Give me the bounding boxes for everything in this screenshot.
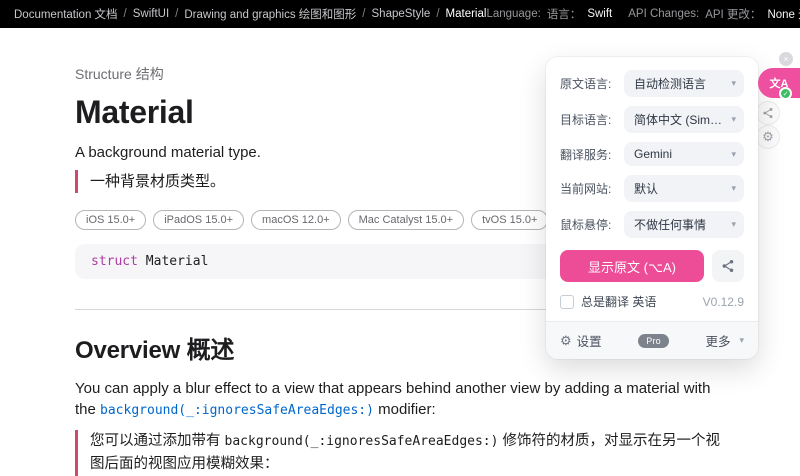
share-icon bbox=[721, 259, 735, 273]
mouse-hover-select[interactable]: 不做任何事情 ▾ bbox=[624, 211, 744, 238]
translated-check-icon: ✓ bbox=[779, 87, 792, 100]
background-modifier-code: background(_:ignoresSafeAreaEdges:) bbox=[225, 434, 499, 449]
extension-version: V0.12.9 bbox=[703, 295, 744, 309]
translate-service-row: 翻译服务: Gemini ▾ bbox=[560, 142, 744, 166]
popup-footer: ⚙ 设置 Pro 更多 ▾ bbox=[546, 321, 758, 359]
settings-button[interactable]: ⚙ 设置 bbox=[560, 331, 602, 350]
language-value[interactable]: Swift bbox=[587, 8, 612, 20]
language-label: Language: bbox=[486, 8, 540, 20]
translate-service-value: Gemini bbox=[634, 147, 672, 161]
settings-label: 设置 bbox=[577, 331, 602, 350]
target-language-select[interactable]: 简体中文 (Simplified ... ▾ bbox=[624, 106, 744, 133]
overview-paragraph-translated: 您可以通过添加带有 background(_:ignoresSafeAreaEd… bbox=[75, 430, 730, 476]
translate-popup: 原文语言: 自动检测语言 ▾ 目标语言: 简体中文 (Simplified ..… bbox=[546, 57, 758, 359]
chevron-down-icon: ▾ bbox=[731, 114, 736, 125]
current-site-label: 当前网站: bbox=[560, 180, 624, 197]
source-language-row: 原文语言: 自动检测语言 ▾ bbox=[560, 70, 744, 97]
breadcrumb-drawing-and-graphics[interactable]: Drawing and graphics 绘图和图形 bbox=[184, 6, 356, 22]
badge-tvos: tvOS 15.0+ bbox=[471, 210, 548, 230]
always-translate-row: 总是翻译 英语 V0.12.9 bbox=[560, 293, 744, 310]
api-changes-label-zh: API 更改： bbox=[705, 6, 761, 22]
share-button[interactable] bbox=[712, 250, 744, 282]
mouse-hover-row: 鼠标悬停: 不做任何事情 ▾ bbox=[560, 211, 744, 238]
translate-float-button[interactable]: 文A ✓ bbox=[758, 68, 800, 98]
source-language-select[interactable]: 自动检测语言 ▾ bbox=[624, 70, 744, 97]
chevron-down-icon: ▾ bbox=[731, 219, 736, 230]
breadcrumb-material-current: Material bbox=[446, 8, 487, 20]
pro-badge[interactable]: Pro bbox=[638, 334, 669, 348]
more-label: 更多 bbox=[705, 331, 730, 350]
breadcrumb-documentation[interactable]: Documentation 文档 bbox=[14, 6, 118, 22]
overview-paragraph-english: You can apply a blur effect to a view th… bbox=[75, 379, 735, 420]
chevron-down-icon: ▾ bbox=[739, 335, 744, 346]
gear-icon: ⚙ bbox=[560, 333, 572, 349]
chevron-down-icon: ▾ bbox=[731, 78, 736, 89]
more-button[interactable]: 更多 ▾ bbox=[705, 331, 744, 350]
close-icon: × bbox=[783, 54, 788, 64]
breadcrumb-swiftui[interactable]: SwiftUI bbox=[133, 8, 169, 20]
nav-meta: Language: 语言： Swift API Changes: API 更改：… bbox=[486, 6, 800, 22]
source-language-label: 原文语言: bbox=[560, 75, 624, 92]
page-share-button[interactable] bbox=[756, 101, 780, 125]
translate-service-select[interactable]: Gemini ▾ bbox=[624, 142, 744, 166]
badge-ios: iOS 15.0+ bbox=[75, 210, 146, 230]
current-site-row: 当前网站: 默认 ▾ bbox=[560, 175, 744, 202]
api-changes-label: API Changes: bbox=[628, 8, 699, 20]
mouse-hover-value: 不做任何事情 bbox=[634, 216, 706, 233]
breadcrumb-separator: / bbox=[124, 8, 127, 20]
badge-macos: macOS 12.0+ bbox=[251, 210, 341, 230]
current-site-value: 默认 bbox=[634, 180, 658, 197]
breadcrumb-shapestyle[interactable]: ShapeStyle bbox=[372, 8, 431, 20]
breadcrumb-separator: / bbox=[175, 8, 178, 20]
breadcrumb: Documentation 文档 / SwiftUI / Drawing and… bbox=[14, 6, 486, 22]
share-icon bbox=[762, 107, 774, 119]
always-translate-checkbox[interactable] bbox=[560, 295, 574, 309]
page-settings-button[interactable]: ⚙ bbox=[756, 125, 780, 149]
badge-ipados: iPadOS 15.0+ bbox=[153, 210, 244, 230]
top-nav-bar: Documentation 文档 / SwiftUI / Drawing and… bbox=[0, 0, 800, 28]
popup-actions-row: 显示原文 (⌥A) bbox=[560, 250, 744, 282]
chevron-down-icon: ▾ bbox=[731, 149, 736, 160]
source-language-value: 自动检测语言 bbox=[634, 75, 706, 92]
overview-text: modifier: bbox=[374, 401, 436, 418]
overview-text-zh: 您可以通过添加带有 bbox=[90, 433, 225, 449]
target-language-row: 目标语言: 简体中文 (Simplified ... ▾ bbox=[560, 106, 744, 133]
chevron-down-icon: ▾ bbox=[731, 183, 736, 194]
translate-service-label: 翻译服务: bbox=[560, 146, 624, 163]
target-language-label: 目标语言: bbox=[560, 111, 624, 128]
show-original-button[interactable]: 显示原文 (⌥A) bbox=[560, 250, 704, 282]
api-changes-value[interactable]: None 无 bbox=[767, 6, 800, 22]
target-language-value: 简体中文 (Simplified ... bbox=[634, 111, 727, 128]
gear-icon: ⚙ bbox=[762, 129, 774, 145]
current-site-select[interactable]: 默认 ▾ bbox=[624, 175, 744, 202]
mouse-hover-label: 鼠标悬停: bbox=[560, 216, 624, 233]
language-label-zh: 语言： bbox=[547, 6, 582, 22]
float-close-button[interactable]: × bbox=[779, 52, 793, 66]
background-modifier-link[interactable]: background(_:ignoresSafeAreaEdges:) bbox=[100, 403, 374, 418]
code-keyword: struct bbox=[91, 254, 138, 269]
breadcrumb-separator: / bbox=[436, 8, 439, 20]
code-symbol-name: Material bbox=[138, 254, 208, 269]
badge-mac-catalyst: Mac Catalyst 15.0+ bbox=[348, 210, 464, 230]
always-translate-label: 总是翻译 英语 bbox=[581, 293, 656, 310]
breadcrumb-separator: / bbox=[362, 8, 365, 20]
